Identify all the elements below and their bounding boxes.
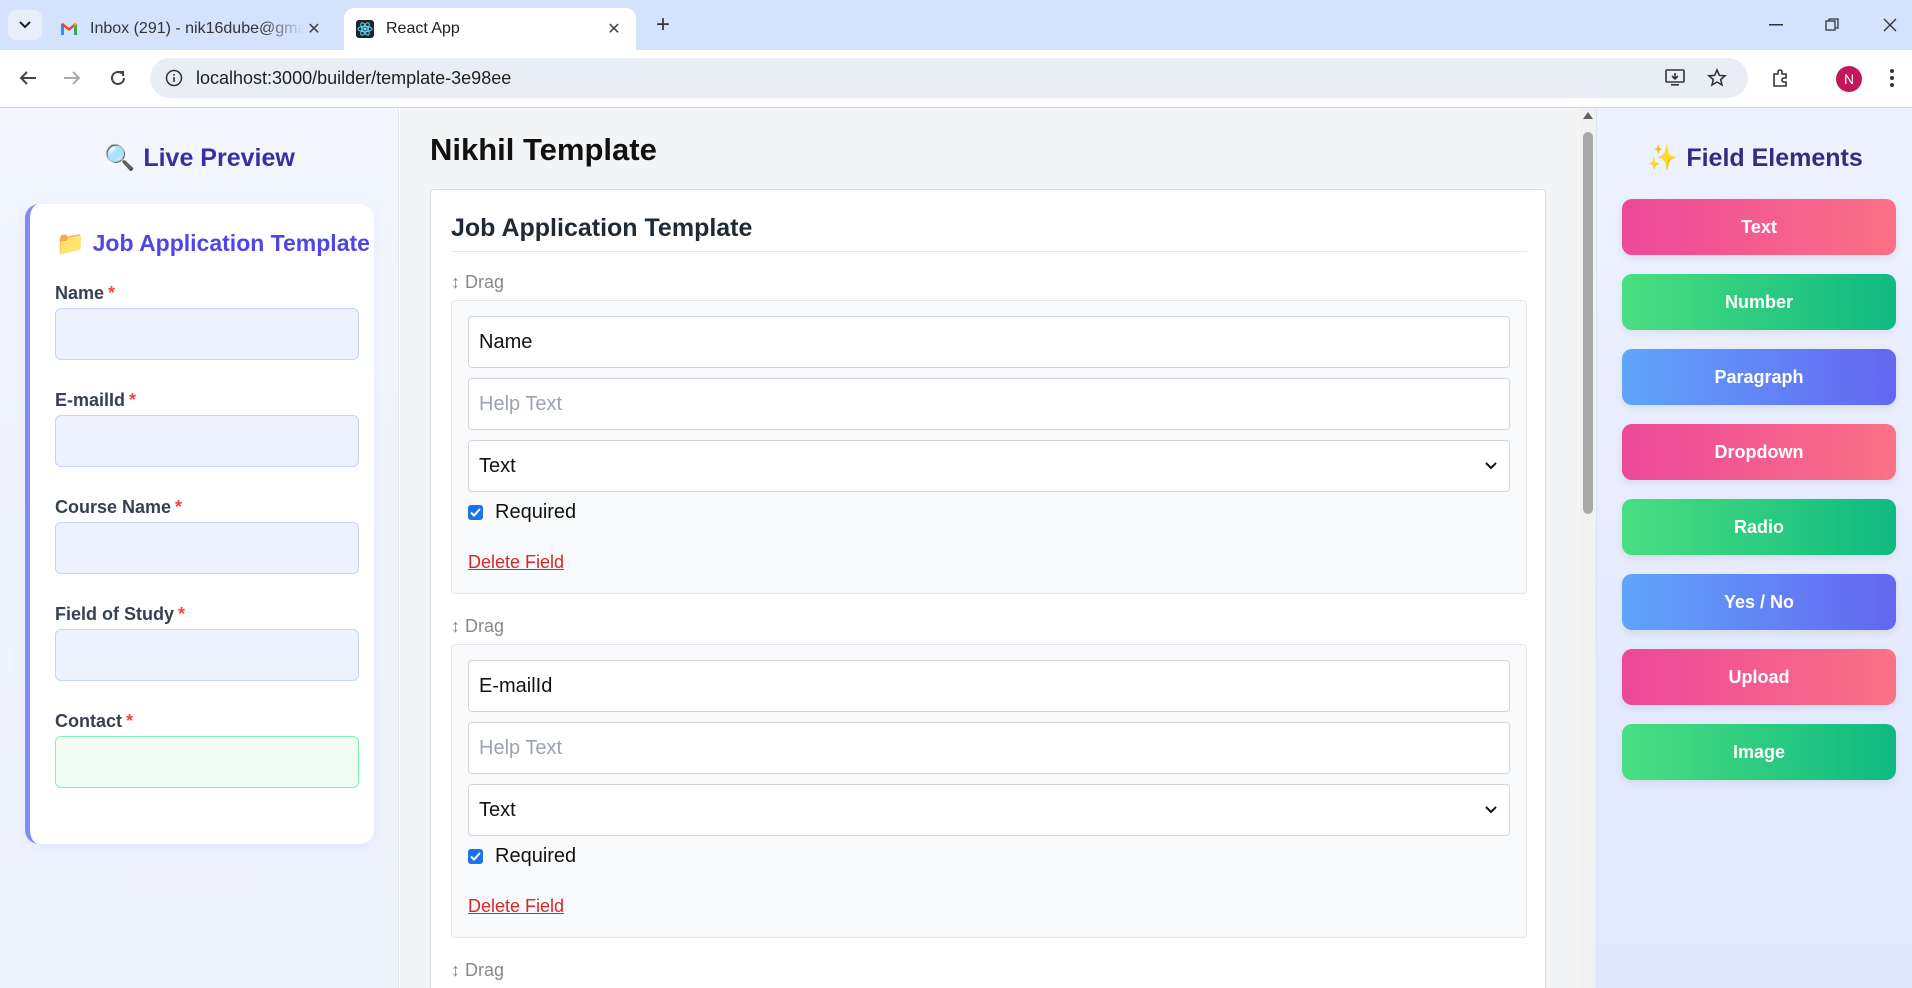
field-type-select[interactable]: Text [468,440,1510,492]
gmail-icon [60,20,78,38]
checkmark-icon [468,505,483,520]
builder-area: Nikhil Template Job Application Template… [400,108,1580,988]
browser-tab-bar: Inbox (291) - nik16dube@gmail.com - Gmai… [0,0,1912,50]
preview-label-field-of-study: Field of Study * [55,604,186,624]
forward-arrow-icon[interactable] [56,62,88,94]
browser-menu-icon[interactable] [1876,62,1908,94]
back-arrow-icon[interactable] [12,62,44,94]
builder-scrollbar[interactable] [1580,108,1596,988]
add-radio-field-button[interactable]: Radio [1622,499,1896,555]
close-window-icon[interactable] [1870,10,1910,40]
template-builder-card: Job Application Template ↕ Drag Name Hel… [430,189,1546,988]
add-image-field-button[interactable]: Image [1622,724,1896,780]
preview-input-contact[interactable] [55,736,359,788]
preview-label-course-name: Course Name * [55,497,183,517]
add-dropdown-field-button[interactable]: Dropdown [1622,424,1896,480]
drag-arrows-icon: ↕ [451,960,460,980]
restore-icon[interactable] [1812,10,1852,40]
delete-field-link[interactable]: Delete Field [468,552,564,573]
required-checkbox[interactable]: Required [468,501,576,524]
drag-arrows-icon: ↕ [451,616,460,636]
preview-input-course-name[interactable] [55,522,359,574]
install-app-icon[interactable] [1662,66,1688,90]
divider [451,251,1527,252]
field-editor: Name Help Text Text Required Delete Fiel… [451,300,1527,594]
site-info-icon[interactable] [164,68,184,88]
browser-tab-gmail[interactable]: Inbox (291) - nik16dube@gmail.com - Gmai… [48,8,336,50]
checkmark-icon [468,849,483,864]
browser-toolbar: localhost:3000/builder/template-3e98ee N [0,50,1912,108]
extensions-icon[interactable] [1764,62,1796,94]
preview-input-email[interactable] [55,415,359,467]
field-label-input[interactable]: Name [468,316,1510,368]
field-editor: E-mailId Help Text Text Required Delete … [451,644,1527,938]
sparkles-icon: ✨ [1647,144,1679,172]
new-tab-plus-icon[interactable]: + [650,11,676,38]
chevron-down-icon [1485,462,1497,470]
field-type-select[interactable]: Text [468,784,1510,836]
add-text-field-button[interactable]: Text [1622,199,1896,255]
preview-label-email: E-mailId * [55,390,137,410]
reload-icon[interactable] [102,62,134,94]
drag-handle[interactable]: ↕ Drag [451,272,504,293]
url-text: localhost:3000/builder/template-3e98ee [196,68,512,88]
bookmark-star-icon[interactable] [1704,66,1730,90]
react-icon [356,20,374,38]
profile-avatar[interactable]: N [1836,66,1862,92]
field-elements-panel: ✨ Field Elements Text Number Paragraph Dr… [1596,108,1912,988]
folder-icon: 📁 [56,230,85,256]
tab-title: Inbox (291) - nik16dube@gmail.com - Gmai… [90,20,304,37]
form-builder-app: 🔍 Live Preview 📁 Job Application Template … [0,108,1912,988]
drag-handle[interactable]: ↕ Drag [451,616,504,637]
add-number-field-button[interactable]: Number [1622,274,1896,330]
scrollbar-thumb[interactable] [1583,132,1593,514]
preview-input-name[interactable] [55,308,359,360]
magnifier-icon: 🔍 [104,144,136,172]
template-title: Job Application Template [451,214,753,242]
field-label-input[interactable]: E-mailId [468,660,1510,712]
close-tab-icon[interactable]: ✕ [304,19,324,39]
close-tab-icon[interactable]: ✕ [604,19,624,39]
add-paragraph-field-button[interactable]: Paragraph [1622,349,1896,405]
drag-handle[interactable]: ↕ Drag [451,960,504,981]
help-text-input[interactable]: Help Text [468,722,1510,774]
field-elements-heading: ✨ Field Elements [1647,144,1863,172]
tab-title: React App [386,20,460,37]
live-preview-panel: 🔍 Live Preview 📁 Job Application Template … [0,108,399,988]
page-title: Nikhil Template [430,132,657,167]
live-preview-heading: 🔍 Live Preview [104,144,295,172]
required-checkbox[interactable]: Required [468,845,576,868]
tab-search-chevron-icon[interactable] [8,10,42,40]
delete-field-link[interactable]: Delete Field [468,896,564,917]
browser-tab-react-app[interactable]: React App ✕ [344,8,636,50]
add-yes-no-field-button[interactable]: Yes / No [1622,574,1896,630]
preview-label-name: Name * [55,283,116,303]
preview-label-contact: Contact * [55,711,134,731]
address-bar[interactable]: localhost:3000/builder/template-3e98ee [150,58,1748,98]
preview-form-card: 📁 Job Application Template Name * E-mailId… [25,204,374,844]
chevron-down-icon [1485,806,1497,814]
preview-template-title: 📁 Job Application Template [56,230,370,256]
drag-arrows-icon: ↕ [451,272,460,292]
add-upload-field-button[interactable]: Upload [1622,649,1896,705]
help-text-input[interactable]: Help Text [468,378,1510,430]
minimize-icon[interactable] [1756,10,1796,40]
preview-input-field-of-study[interactable] [55,629,359,681]
scroll-up-arrow-icon[interactable] [1583,112,1593,119]
